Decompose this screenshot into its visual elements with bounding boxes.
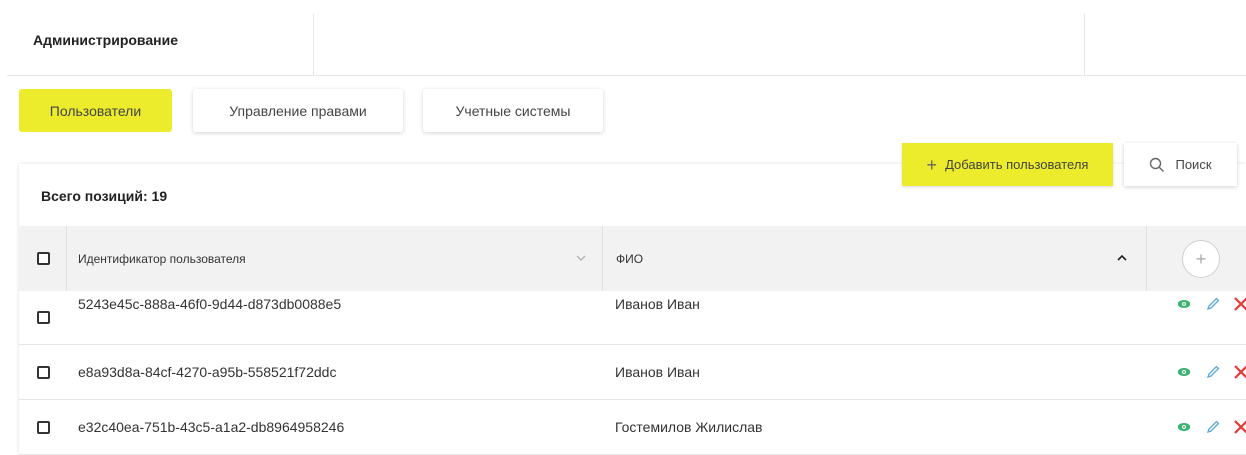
user-id-cell: e8a93d8a-84cf-4270-a95b-558521f72ddc: [78, 364, 337, 380]
column-divider: [1146, 226, 1147, 291]
eye-icon[interactable]: [1177, 299, 1191, 309]
row-select-cell: [37, 400, 50, 454]
total-count: Всего позиций: 19: [41, 188, 168, 204]
user-id-cell: 5243e45c-888a-46f0-9d44-d873db0088e5: [78, 295, 342, 312]
row-checkbox[interactable]: [37, 311, 50, 324]
row-select-cell: [37, 345, 50, 399]
page-title: Администрирование: [33, 32, 178, 48]
eye-icon[interactable]: [1177, 367, 1191, 377]
pencil-icon[interactable]: [1205, 364, 1221, 380]
select-all-checkbox[interactable]: [37, 252, 50, 265]
row-actions: [1177, 345, 1246, 399]
header-divider: [313, 14, 314, 76]
full-name-cell: Иванов Иван: [615, 295, 700, 312]
close-icon[interactable]: [1233, 296, 1246, 312]
user-id-cell: e32c40ea-751b-43c5-a1a2-db8964958246: [78, 419, 345, 435]
close-icon[interactable]: [1233, 419, 1246, 435]
row-checkbox[interactable]: [37, 420, 50, 434]
chevron-up-icon[interactable]: [1117, 254, 1127, 262]
full-name-cell: Гостемилов Жилислав: [615, 419, 763, 435]
top-header: Администрирование: [7, 14, 1246, 76]
plus-icon: +: [926, 154, 938, 175]
row-actions: [1177, 277, 1246, 330]
search-icon: [1150, 157, 1165, 172]
row-actions: [1177, 400, 1246, 454]
eye-icon[interactable]: [1177, 422, 1191, 432]
pencil-icon[interactable]: [1205, 296, 1221, 312]
add-column-button[interactable]: +: [1182, 240, 1220, 278]
select-all-cell: [37, 226, 50, 291]
column-divider: [66, 226, 67, 291]
add-user-label: Добавить пользователя: [945, 157, 1089, 172]
tab-account-systems[interactable]: Учетные системы: [423, 89, 603, 132]
table-row: e8a93d8a-84cf-4270-a95b-558521f72ddc Ива…: [19, 345, 1246, 400]
tab-rights-management[interactable]: Управление правами: [193, 89, 403, 132]
column-header-label: Идентификатор пользователя: [78, 251, 246, 266]
full-name-cell: Иванов Иван: [615, 364, 700, 380]
chevron-down-icon[interactable]: [576, 254, 586, 262]
add-user-button[interactable]: + Добавить пользователя: [902, 143, 1113, 186]
column-header-label: ФИО: [616, 251, 644, 266]
row-select-cell: [37, 291, 50, 344]
search-button[interactable]: Поиск: [1124, 143, 1237, 186]
table-row: 5243e45c-888a-46f0-9d44-d873db0088e5 Ива…: [19, 291, 1246, 345]
column-divider: [602, 226, 603, 291]
table-row: e32c40ea-751b-43c5-a1a2-db8964958246 Гос…: [19, 400, 1246, 455]
row-checkbox[interactable]: [37, 365, 50, 379]
tab-users[interactable]: Пользователи: [19, 89, 172, 132]
header-divider: [1084, 14, 1085, 76]
search-label: Поиск: [1175, 157, 1212, 172]
close-icon[interactable]: [1233, 364, 1246, 380]
plus-icon: +: [1195, 248, 1207, 269]
pencil-icon[interactable]: [1205, 419, 1221, 435]
